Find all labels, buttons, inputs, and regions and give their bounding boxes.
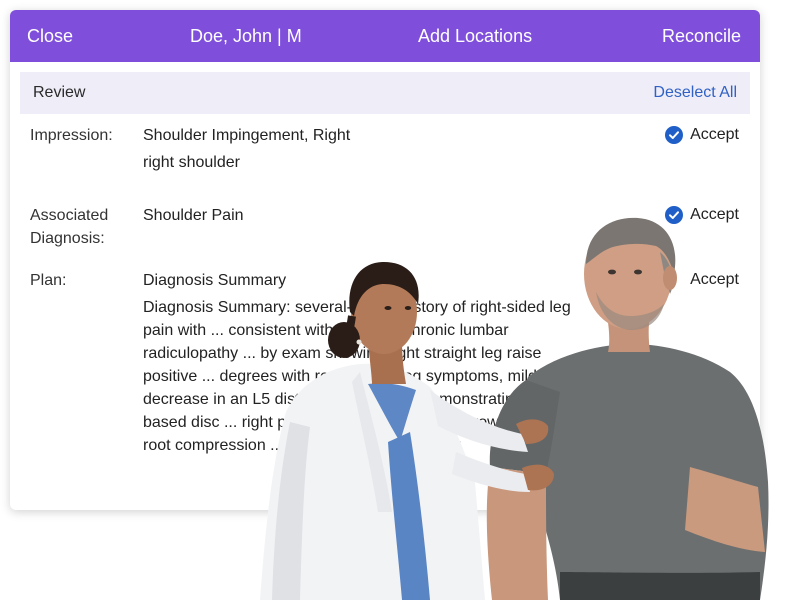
checkmark-icon [665,126,684,144]
patient-name: Doe, John | M [190,26,302,46]
impression-label: Impression: [30,127,113,144]
review-title: Review [33,84,86,101]
stage: Close Doe, John | M Add Locations Reconc… [0,0,800,600]
impression-line-2: right shoulder [143,154,240,171]
review-header: Review Deselect All [20,72,750,114]
patient-figure [486,217,769,600]
header-bar: Close Doe, John | M Add Locations Reconc… [10,10,760,62]
doctor-patient-photo [260,212,800,600]
reconcile-button[interactable]: Reconcile [662,25,741,47]
deselect-all-link[interactable]: Deselect All [653,84,737,102]
impression-accept-label: Accept [690,126,739,143]
close-button[interactable]: Close [27,25,73,47]
impression-line-1: Shoulder Impingement, Right [143,127,351,144]
diagnosis-label: Associated Diagnosis: [30,207,109,247]
impression-row: Impression: Shoulder Impingement, Right … [20,124,750,184]
add-locations-button[interactable]: Add Locations [418,25,532,47]
plan-label: Plan: [30,272,67,289]
impression-value: Shoulder Impingement, Right right should… [143,124,603,174]
impression-accept-toggle[interactable]: Accept [665,126,739,144]
